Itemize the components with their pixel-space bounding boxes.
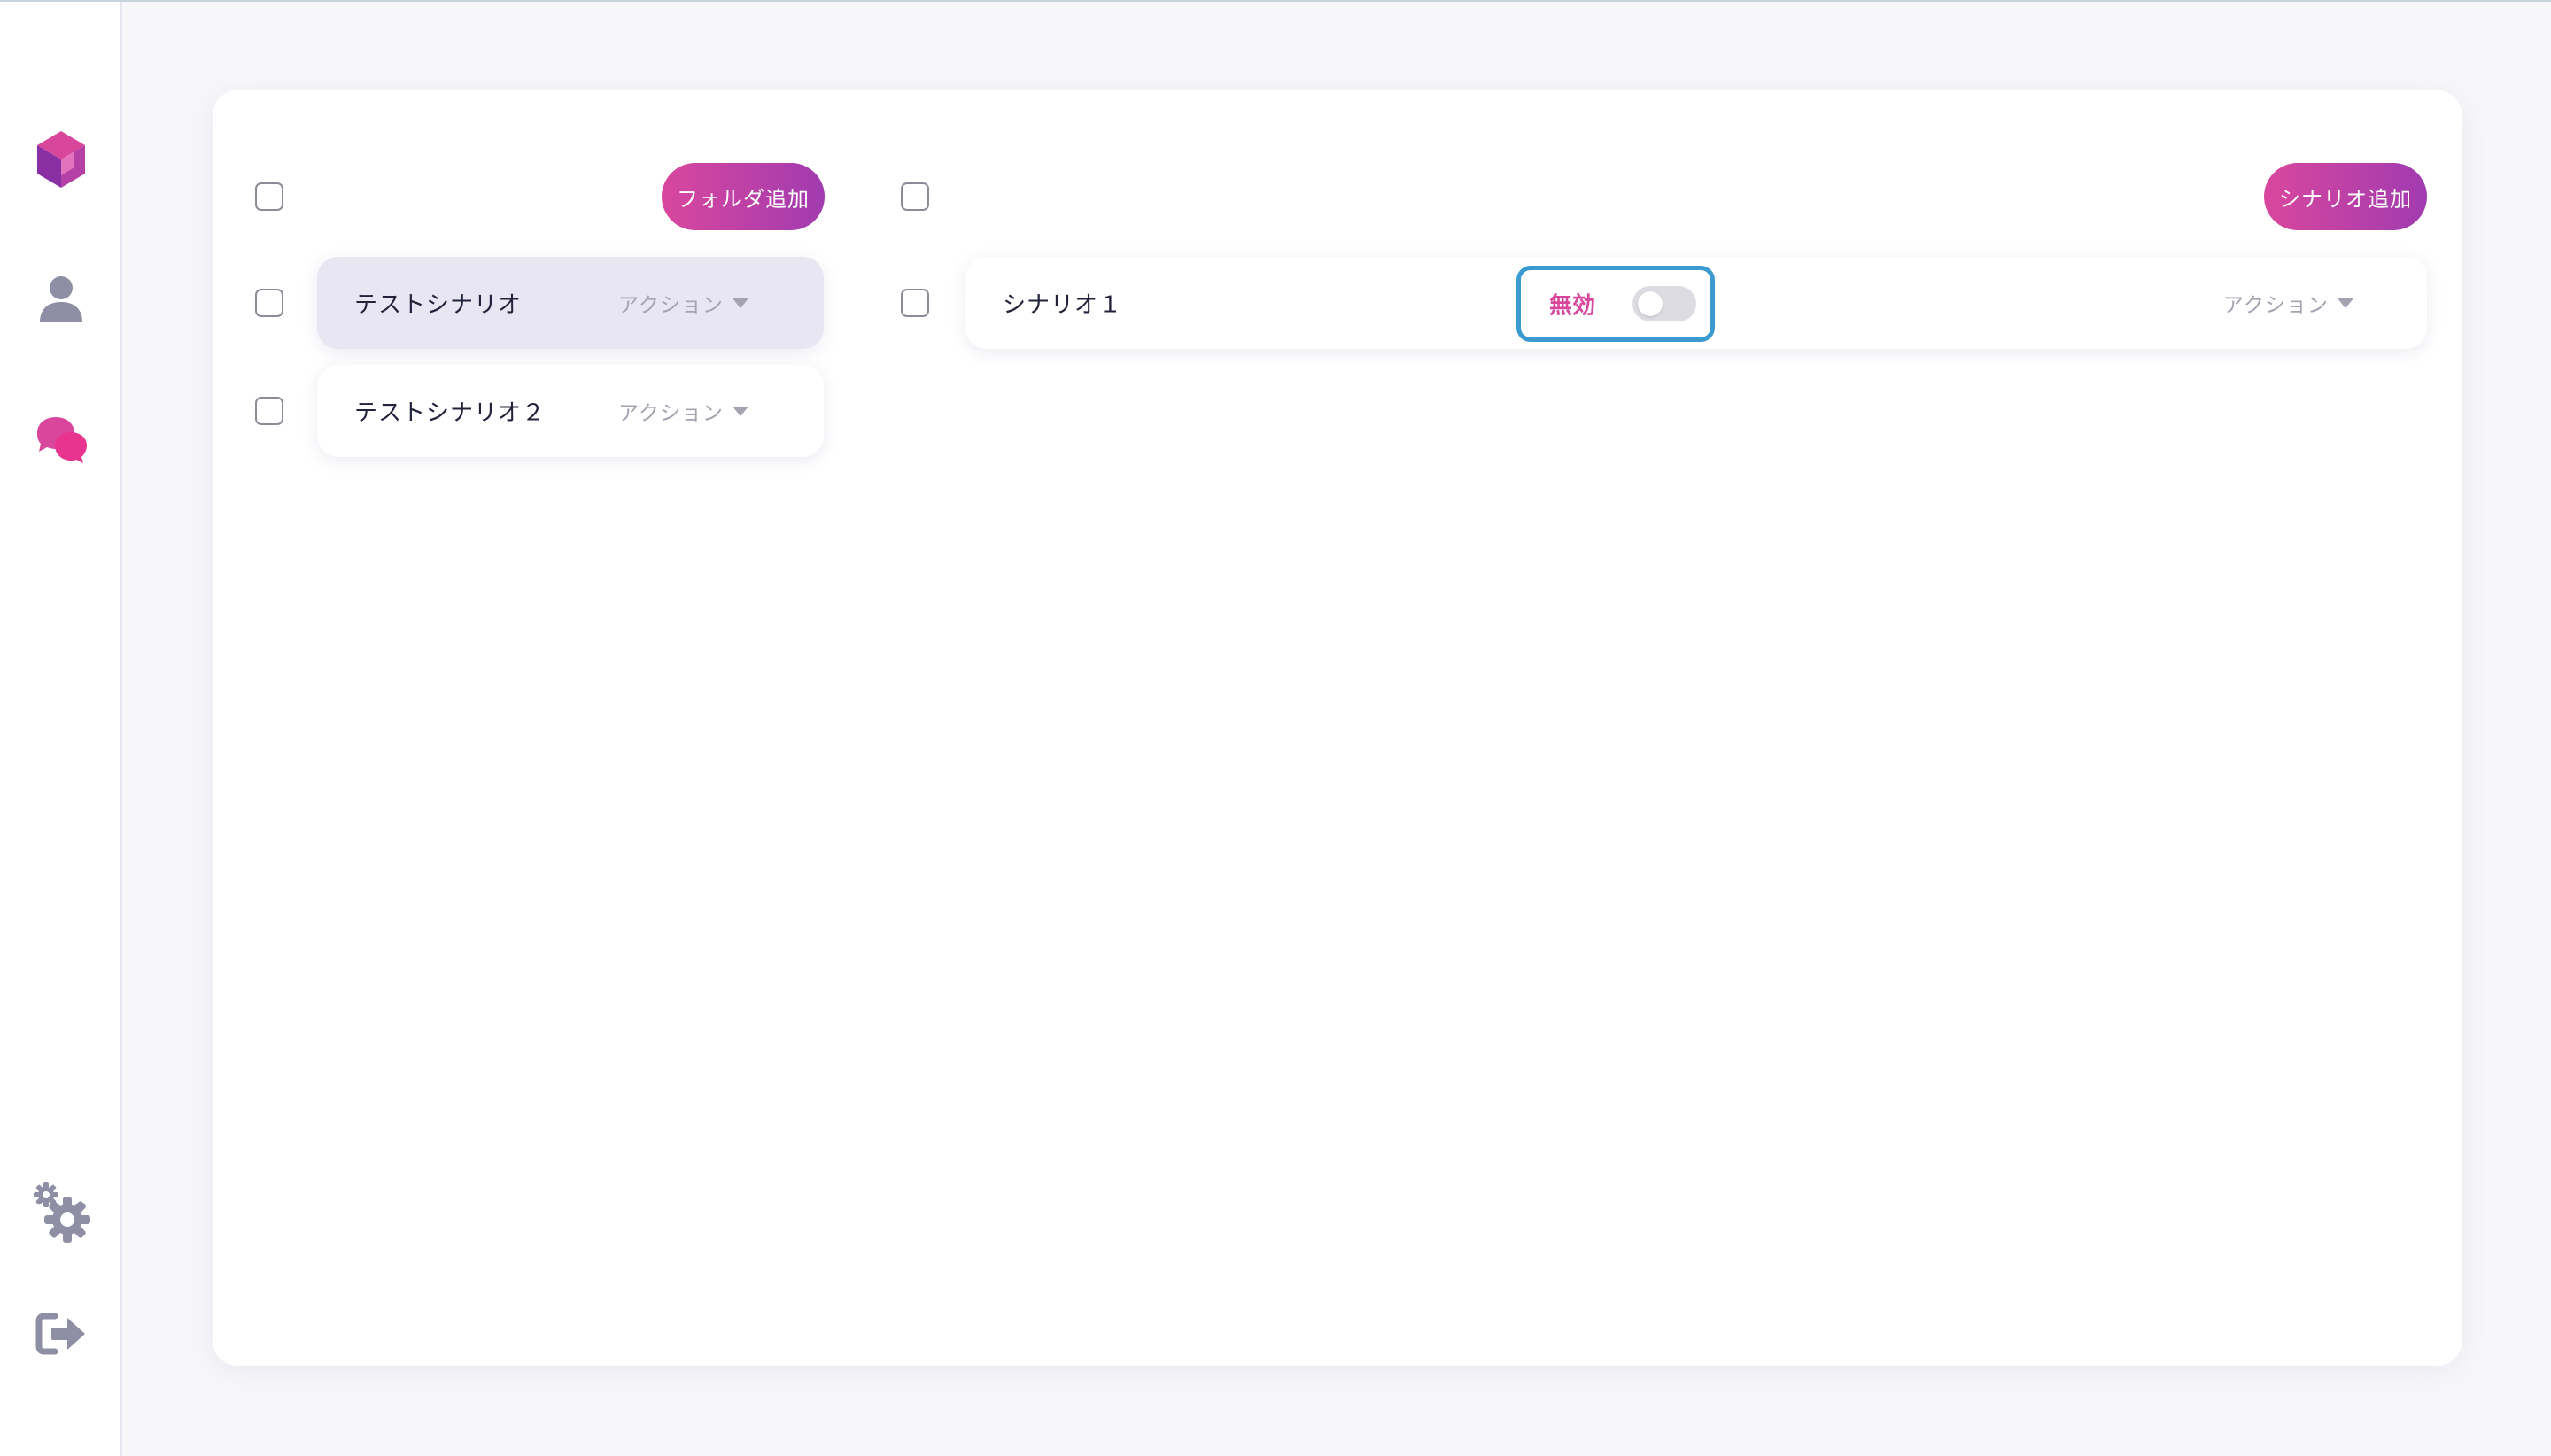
scenario-title: シナリオ１ — [1003, 291, 1123, 319]
scenario-action-dropdown[interactable]: アクション — [2223, 288, 2353, 318]
chat-bubbles-icon[interactable] — [26, 404, 97, 475]
user-icon[interactable] — [26, 264, 97, 335]
caret-down-icon — [732, 298, 748, 308]
scenario-checkbox[interactable] — [901, 289, 929, 317]
scenario-manager-card: フォルダ追加 テストシナリオ アクション テストシナリオ２ アクション シナリオ… — [213, 90, 2462, 1366]
add-folder-button[interactable]: フォルダ追加 — [662, 163, 825, 230]
folder-item[interactable]: テストシナリオ２ アクション — [317, 365, 824, 457]
folder-title: テストシナリオ２ — [354, 399, 547, 427]
scenarios-select-all-checkbox[interactable] — [901, 182, 929, 211]
logo-cube-icon[interactable] — [26, 124, 97, 195]
enable-toggle[interactable] — [1632, 286, 1696, 321]
status-toggle-highlight: 無効 — [1516, 266, 1715, 342]
caret-down-icon — [732, 406, 748, 416]
top-border — [0, 0, 2551, 2]
action-label: アクション — [618, 402, 724, 425]
action-label: アクション — [618, 294, 724, 317]
folders-select-all-checkbox[interactable] — [255, 182, 283, 211]
scenario-row[interactable]: シナリオ１ 無効 アクション — [965, 257, 2427, 349]
add-scenario-button[interactable]: シナリオ追加 — [2264, 163, 2427, 230]
toggle-knob — [1638, 291, 1663, 316]
folder-action-dropdown[interactable]: アクション — [618, 396, 748, 426]
sidebar — [0, 2, 122, 1456]
action-label: アクション — [2223, 294, 2329, 317]
folder-checkbox[interactable] — [255, 289, 283, 317]
folder-title: テストシナリオ — [354, 291, 523, 319]
caret-down-icon — [2337, 298, 2353, 308]
gears-icon[interactable] — [26, 1176, 97, 1247]
status-label: 無効 — [1549, 292, 1596, 320]
folder-action-dropdown[interactable]: アクション — [618, 288, 748, 318]
folder-checkbox[interactable] — [255, 397, 283, 425]
folder-item[interactable]: テストシナリオ アクション — [317, 257, 824, 349]
logout-icon[interactable] — [26, 1298, 97, 1369]
